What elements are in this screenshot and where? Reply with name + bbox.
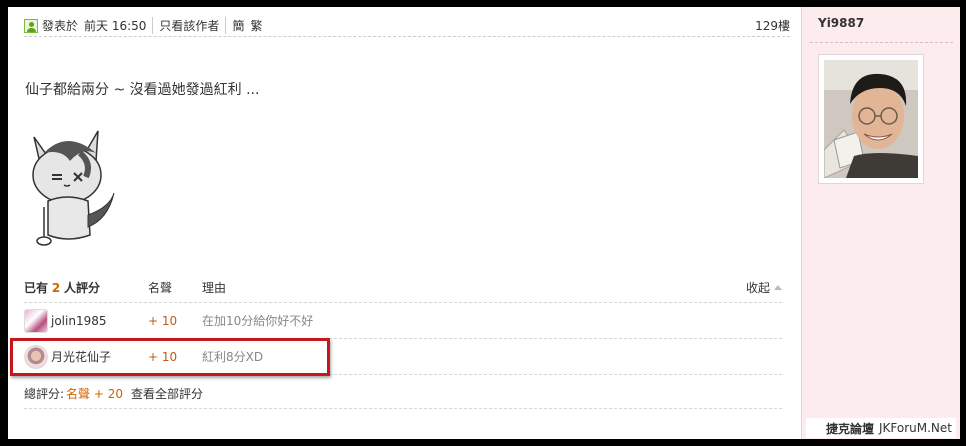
posted-label: 發表於 (42, 19, 79, 33)
wolf-sticker-image (32, 130, 115, 246)
rating-reason: 在加10分給你好不好 (202, 314, 314, 328)
total-value: 名聲 + 20 (66, 387, 124, 401)
total-label: 總評分: (24, 387, 65, 401)
simplified-link[interactable]: 簡 (225, 17, 244, 34)
author-name[interactable]: Yi9887 (818, 16, 864, 30)
author-avatar[interactable] (818, 54, 924, 184)
rating-row: 月光花仙子 + 10 紅利8分XD (24, 339, 782, 375)
rating-score: + 10 (148, 349, 178, 364)
collapse-label: 收起 (745, 281, 770, 295)
collapse-button[interactable]: 收起 (722, 279, 782, 296)
rater-cell[interactable]: jolin1985 (24, 308, 148, 333)
reputation-column-header: 名聲 (148, 281, 173, 295)
rater-username[interactable]: 月光花仙子 (51, 348, 111, 365)
post-body: 發表於 前天 16:50 只看該作者 簡 繁 129樓 仙子都給兩分 ~ 沒看過… (8, 7, 801, 439)
view-all-ratings-link[interactable]: 查看全部評分 (131, 385, 203, 402)
rating-score: + 10 (148, 313, 178, 328)
online-user-icon (24, 18, 38, 33)
traditional-link[interactable]: 繁 (250, 17, 262, 34)
forum-watermark: 捷克論壇 JKForuM.Net (806, 418, 956, 438)
posted-time: 前天 16:50 (84, 19, 147, 33)
collapse-triangle-icon (774, 285, 782, 290)
rating-reason: 紅利8分XD (202, 350, 264, 364)
author-sidebar: Yi9887 (801, 7, 960, 439)
sidebar-divider (810, 42, 953, 43)
rater-username[interactable]: jolin1985 (51, 314, 107, 328)
rater-avatar[interactable] (24, 308, 48, 333)
author-photo (823, 60, 918, 179)
screenshot-frame: 發表於 前天 16:50 只看該作者 簡 繁 129樓 仙子都給兩分 ~ 沒看過… (8, 7, 960, 439)
rating-header-row: 已有 2 人評分 名聲 理由 收起 (24, 273, 782, 303)
watermark-site: JKForuM.Net (879, 421, 952, 435)
rating-count-cell: 已有 2 人評分 (24, 279, 148, 296)
rating-count-suffix: 人評分 (64, 281, 101, 295)
rating-row: jolin1985 + 10 在加10分給你好不好 (24, 303, 782, 339)
post-message: 仙子都給兩分 ~ 沒看過她發過紅利 ... (25, 82, 260, 98)
reason-column-header: 理由 (202, 281, 227, 295)
rating-count: 2 (51, 280, 61, 295)
only-author-link[interactable]: 只看該作者 (152, 17, 219, 34)
rating-total: 總評分: 名聲 + 20 查看全部評分 (24, 379, 782, 409)
rater-cell[interactable]: 月光花仙子 (24, 344, 148, 369)
rater-avatar[interactable] (24, 344, 48, 369)
rating-count-prefix: 已有 (24, 281, 49, 295)
post-header: 發表於 前天 16:50 只看該作者 簡 繁 129樓 (24, 15, 790, 37)
rating-table: 已有 2 人評分 名聲 理由 收起 jolin1985 + 10 在加10分給你… (24, 273, 782, 375)
watermark-brand: 捷克論壇 (825, 421, 874, 436)
floor-number[interactable]: 129樓 (755, 17, 790, 34)
